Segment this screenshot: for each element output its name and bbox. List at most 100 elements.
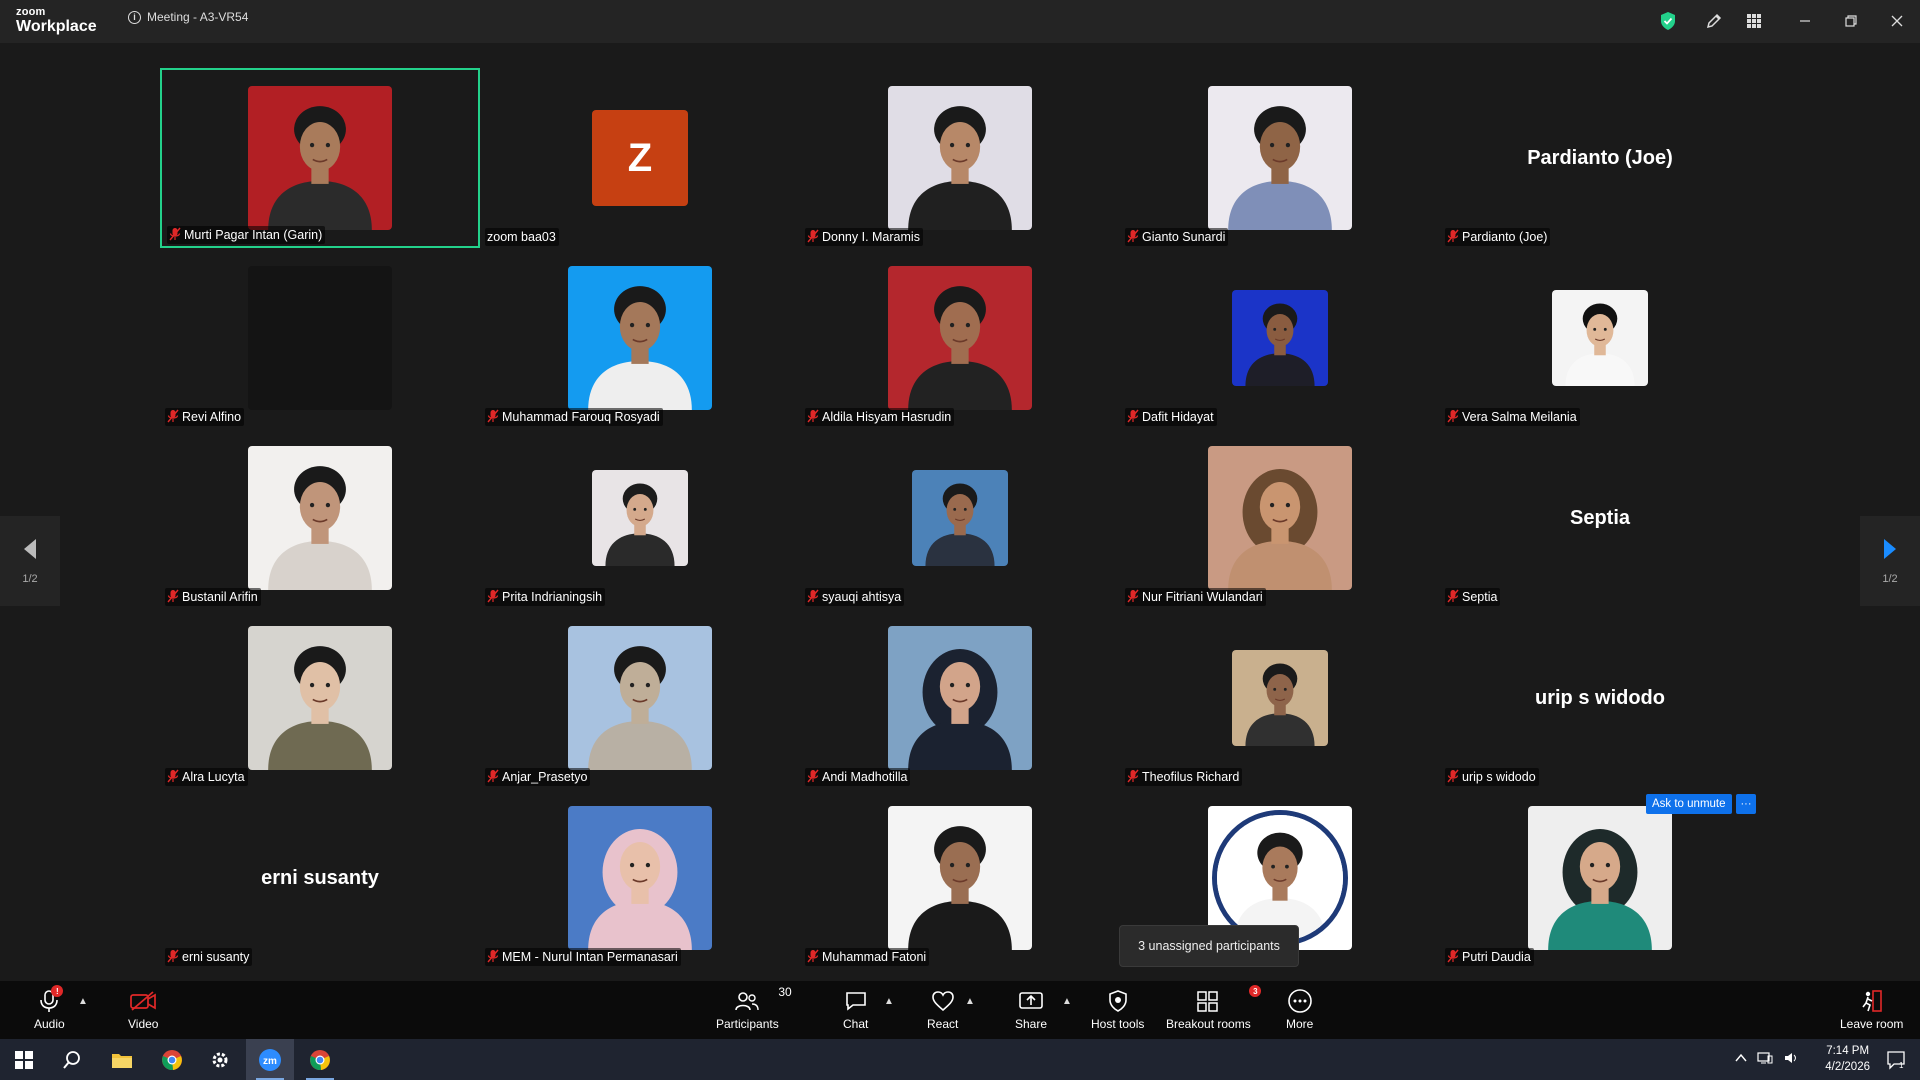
info-icon: i: [128, 10, 141, 24]
security-shield-icon[interactable]: [1656, 9, 1680, 33]
participant-name: Revi Alfino: [182, 410, 242, 424]
participant-name: Gianto Sunardi: [1142, 230, 1226, 244]
participant-tile[interactable]: Aldila Hisyam Hasrudin: [800, 248, 1120, 428]
participant-name: urip s widodo: [1462, 770, 1536, 784]
network-icon[interactable]: [1757, 1051, 1773, 1065]
annotate-pencil-icon[interactable]: [1702, 9, 1726, 33]
ask-to-unmute-button[interactable]: Ask to unmute: [1646, 794, 1732, 814]
host-tools-button[interactable]: Host tools: [1091, 987, 1144, 1031]
participant-tile[interactable]: urip s widodo urip s widodo: [1440, 608, 1760, 788]
share-button[interactable]: Share: [1015, 987, 1047, 1031]
gallery-view: Murti Pagar Intan (Garin) Zzoom baa03 Donn…: [0, 43, 1920, 981]
participant-display-name: Septia: [1569, 506, 1631, 529]
participant-tile[interactable]: Anjar_Prasetyo: [480, 608, 800, 788]
tile-more-options-button[interactable]: ···: [1736, 794, 1756, 814]
host-tools-label: Host tools: [1091, 1017, 1145, 1031]
meeting-toolbar: ! Audio ▲ Video 30 Participants Chat ▲ R…: [0, 981, 1920, 1039]
chrome-icon[interactable]: [148, 1039, 196, 1080]
participant-name: zoom baa03: [487, 230, 556, 244]
participant-tile[interactable]: Bustanil Arifin: [160, 428, 480, 608]
participant-tile[interactable]: Putri Daudia: [1440, 788, 1760, 968]
prev-page-button[interactable]: 1/2: [0, 516, 60, 606]
muted-microphone-icon: [1127, 589, 1139, 606]
taskbar-clock[interactable]: 7:14 PM 4/2/2026: [1825, 1043, 1870, 1075]
notifications-icon[interactable]: 1: [1872, 1039, 1920, 1080]
leave-room-button[interactable]: Leave room: [1840, 987, 1903, 1031]
video-button[interactable]: Video: [128, 987, 158, 1031]
breakout-rooms-icon: 3: [1196, 985, 1262, 1015]
participant-tile[interactable]: Septia Septia: [1440, 428, 1760, 608]
muted-microphone-icon: [167, 769, 179, 786]
meeting-info-button[interactable]: i Meeting - A3-VR54: [128, 10, 248, 24]
file-explorer-icon[interactable]: [98, 1039, 146, 1080]
participant-video: [1552, 290, 1648, 386]
participant-name-label: Putri Daudia: [1445, 948, 1534, 966]
search-icon[interactable]: [48, 1039, 96, 1080]
participant-tile[interactable]: Murti Pagar Intan (Garin): [160, 68, 480, 248]
participant-tile[interactable]: Alra Lucyta: [160, 608, 480, 788]
participant-tile[interactable]: Donny I. Maramis: [800, 68, 1120, 248]
participants-icon: [735, 992, 760, 1011]
muted-microphone-icon: [167, 949, 179, 966]
muted-microphone-icon: [807, 589, 819, 606]
zoom-taskbar-icon[interactable]: zm: [246, 1039, 294, 1080]
video-label: Video: [128, 1017, 159, 1031]
participant-name-label: Prita Indrianingsih: [485, 588, 606, 606]
next-page-button[interactable]: 1/2: [1860, 516, 1920, 606]
participant-name: Andi Madhotilla: [822, 770, 908, 784]
participant-tile[interactable]: Pardianto (Joe) Pardianto (Joe): [1440, 68, 1760, 248]
restore-icon[interactable]: [1839, 9, 1863, 33]
participant-name: Theofilus Richard: [1142, 770, 1240, 784]
participant-name: Dafit Hidayat: [1142, 410, 1214, 424]
leave-icon: [1859, 987, 1885, 1015]
host-shield-icon: [1107, 987, 1129, 1015]
view-grid-icon[interactable]: [1742, 9, 1766, 33]
participant-tile[interactable]: Gianto Sunardi: [1120, 68, 1440, 248]
react-button[interactable]: React: [927, 987, 958, 1031]
participant-tile[interactable]: Muhammad Farouq Rosyadi: [480, 248, 800, 428]
share-options-caret[interactable]: ▲: [1062, 996, 1072, 1007]
breakout-rooms-button[interactable]: 3 Breakout rooms: [1166, 985, 1262, 1031]
minimize-icon[interactable]: [1793, 9, 1817, 33]
participant-tile[interactable]: Andi Madhotilla: [800, 608, 1120, 788]
participant-name: Alra Lucyta: [182, 770, 245, 784]
volume-icon[interactable]: [1783, 1051, 1799, 1065]
participant-tile[interactable]: Zzoom baa03: [480, 68, 800, 248]
participant-tile[interactable]: Theofilus Richard: [1120, 608, 1440, 788]
more-button[interactable]: More: [1286, 987, 1313, 1031]
chrome-running-icon[interactable]: [296, 1039, 344, 1080]
clock-time: 7:14 PM: [1826, 1045, 1870, 1057]
participant-tile[interactable]: syauqi ahtisya: [800, 428, 1120, 608]
participants-button[interactable]: 30 Participants: [716, 985, 792, 1031]
more-dots-icon: [1287, 987, 1313, 1015]
participant-name: Muhammad Fatoni: [822, 950, 927, 964]
windows-start-icon[interactable]: [0, 1039, 48, 1080]
close-icon[interactable]: [1885, 9, 1909, 33]
chat-button[interactable]: Chat: [843, 987, 868, 1031]
participant-tile[interactable]: erni susanty erni susanty: [160, 788, 480, 968]
participant-tile[interactable]: Nur Fitriani Wulandari: [1120, 428, 1440, 608]
participant-tile[interactable]: Prita Indrianingsih: [480, 428, 800, 608]
participant-tile[interactable]: Revi Alfino: [160, 248, 480, 428]
participant-video: [888, 626, 1032, 770]
audio-options-caret[interactable]: ▲: [78, 996, 88, 1007]
muted-microphone-icon: [1447, 769, 1459, 786]
muted-microphone-icon: [167, 409, 179, 426]
participant-name: syauqi ahtisya: [822, 590, 902, 604]
participant-name: Murti Pagar Intan (Garin): [184, 228, 323, 242]
muted-microphone-icon: [1447, 589, 1459, 606]
participant-tile[interactable]: MEM - Nurul Intan Permanasari: [480, 788, 800, 968]
participant-tile[interactable]: Vera Salma Meilania: [1440, 248, 1760, 428]
chat-options-caret[interactable]: ▲: [884, 996, 894, 1007]
participant-tile[interactable]: Dafit Hidayat: [1120, 248, 1440, 428]
participant-name: Pardianto (Joe): [1462, 230, 1548, 244]
participant-display-name: Pardianto (Joe): [1527, 146, 1673, 169]
title-bar: zoom Workplace i Meeting - A3-VR54: [0, 0, 1920, 43]
participant-name-label: Bustanil Arifin: [165, 588, 261, 606]
settings-gear-icon[interactable]: [196, 1039, 244, 1080]
react-options-caret[interactable]: ▲: [965, 996, 975, 1007]
participant-video: [568, 626, 712, 770]
audio-button[interactable]: ! Audio: [34, 985, 65, 1031]
participant-tile[interactable]: Muhammad Fatoni: [800, 788, 1120, 968]
tray-chevron-up-icon[interactable]: [1735, 1053, 1747, 1063]
